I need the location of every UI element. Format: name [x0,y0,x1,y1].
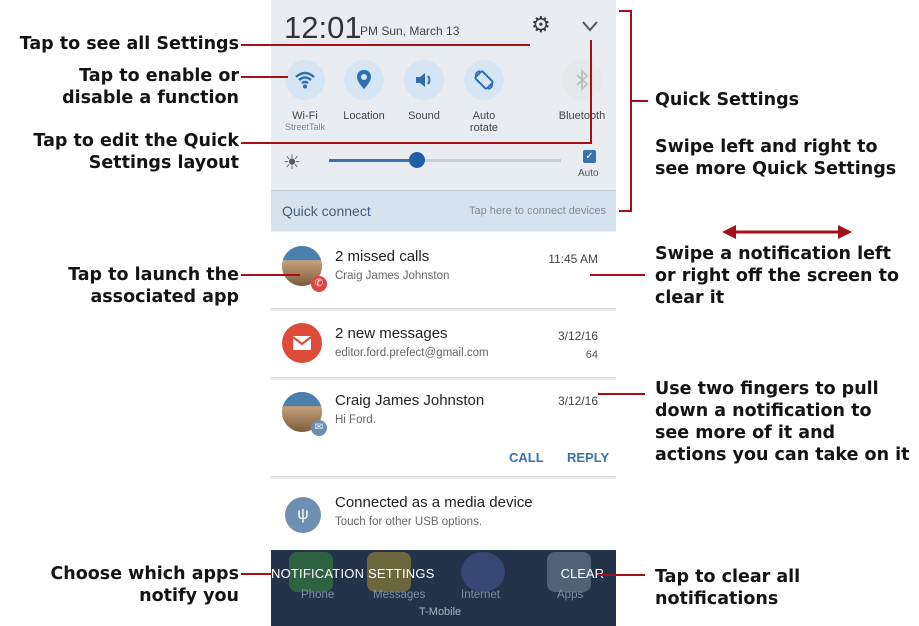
message-icon: ✉ [311,420,327,436]
callout-line [632,100,648,102]
quick-connect-bar[interactable]: Quick connect Tap here to connect device… [271,190,616,231]
callout-line [598,574,645,576]
notification-usb[interactable]: ψ Connected as a media device Touch for … [271,479,616,551]
quick-connect-hint: Tap here to connect devices [469,205,606,217]
notification-settings-button[interactable]: NOTIFICATION SETTINGS [271,566,435,581]
notification-title: 2 new messages [335,325,448,342]
notification-missed-calls[interactable]: ✆ 2 missed calls Craig James Johnston 11… [271,232,616,309]
notification-time: 11:45 AM [548,252,598,266]
quick-connect-title: Quick connect [282,203,371,219]
auto-rotate-icon [464,60,504,100]
internet-app-icon [461,552,505,592]
bluetooth-icon [562,60,602,100]
brightness-slider-knob[interactable] [409,152,426,168]
home-app-label: Messages [373,589,426,601]
gear-icon[interactable]: ⚙ [531,14,553,36]
callout-quick-settings: Quick Settings [655,90,800,110]
home-app-label: Internet [461,589,500,601]
callout-swipe-notification: Swipe a notification left or right off t… [655,244,899,308]
notification-panel: 12:01 PM Sun, March 13 ⚙ Wi-Fi StreetTal… [271,0,616,626]
callout-clear-all: Tap to clear all notifications [655,567,801,609]
callout-two-finger-pull: Use two fingers to pull down a notificat… [655,379,910,465]
chevron-down-icon[interactable] [580,16,600,36]
auto-brightness-label: Auto [578,168,599,179]
home-app-label: Apps [557,589,584,601]
clock-time: 12:01 [284,10,362,45]
callout-line [590,274,645,276]
notification-expanded-message[interactable]: ✉ Craig James Johnston Hi Ford. 3/12/16 … [271,380,616,477]
quick-setting-label: Bluetooth [558,110,606,122]
callout-line [619,210,632,212]
quick-settings-row: Wi-Fi StreetTalk Location Sound Auto rot… [271,60,616,140]
callout-swipe-quick-settings: Swipe left and right to see more Quick S… [655,137,897,179]
missed-call-icon: ✆ [311,276,327,292]
location-icon [344,60,384,100]
callout-line [241,274,300,276]
gmail-icon [282,323,322,363]
call-button[interactable]: CALL [509,450,544,465]
sound-icon [404,60,444,100]
home-app-label: Phone [301,589,335,601]
notification-title: Connected as a media device [335,494,533,511]
callout-edit-quick-settings: Tap to edit the Quick Settings layout [33,131,239,173]
callout-see-all-settings: Tap to see all Settings [19,34,239,54]
quick-setting-label: Auto rotate [469,110,499,134]
callout-line [241,142,592,144]
callout-enable-disable-function: Tap to enable or disable a function [62,66,239,108]
callout-line [590,40,592,144]
brightness-icon: ☀ [283,152,301,174]
wifi-network-name: StreetTalk [284,122,326,132]
notification-time: 3/12/16 [557,394,598,408]
callout-line [598,393,645,395]
notification-title: 2 missed calls [335,248,430,265]
bottom-bar: Phone Messages Internet Apps T-Mobile NO… [271,550,616,626]
reply-button[interactable]: REPLY [567,450,609,465]
carrier-label: T-Mobile [419,606,462,618]
notification-text: editor.ford.prefect@gmail.com [335,347,489,359]
callout-launch-app: Tap to launch the associated app [68,265,239,307]
callout-line [241,573,272,575]
notification-time: 3/12/16 [557,329,598,343]
notification-count: 64 [585,349,598,361]
swipe-arrow-icon [722,225,852,239]
notification-text: Hi Ford. [335,414,376,426]
auto-brightness-checkbox[interactable]: ✓ [583,150,596,163]
notification-new-messages[interactable]: 2 new messages editor.ford.prefect@gmail… [271,311,616,378]
quick-setting-auto-rotate[interactable]: Auto rotate [449,60,519,134]
wifi-icon [285,60,325,100]
callout-line [241,76,288,78]
quick-setting-bluetooth[interactable]: Bluetooth [547,60,616,122]
notification-text: Touch for other USB options. [335,516,483,528]
brightness-slider-fill [329,159,418,162]
notification-title: Craig James Johnston [335,392,485,409]
callout-choose-apps-notify: Choose which apps notify you [50,564,239,606]
notification-text: Craig James Johnston [335,270,450,282]
clock-date: PM Sun, March 13 [360,24,460,38]
callout-line [630,10,632,212]
callout-line [241,44,530,46]
brightness-slider[interactable] [329,152,561,168]
usb-icon: ψ [285,497,321,533]
